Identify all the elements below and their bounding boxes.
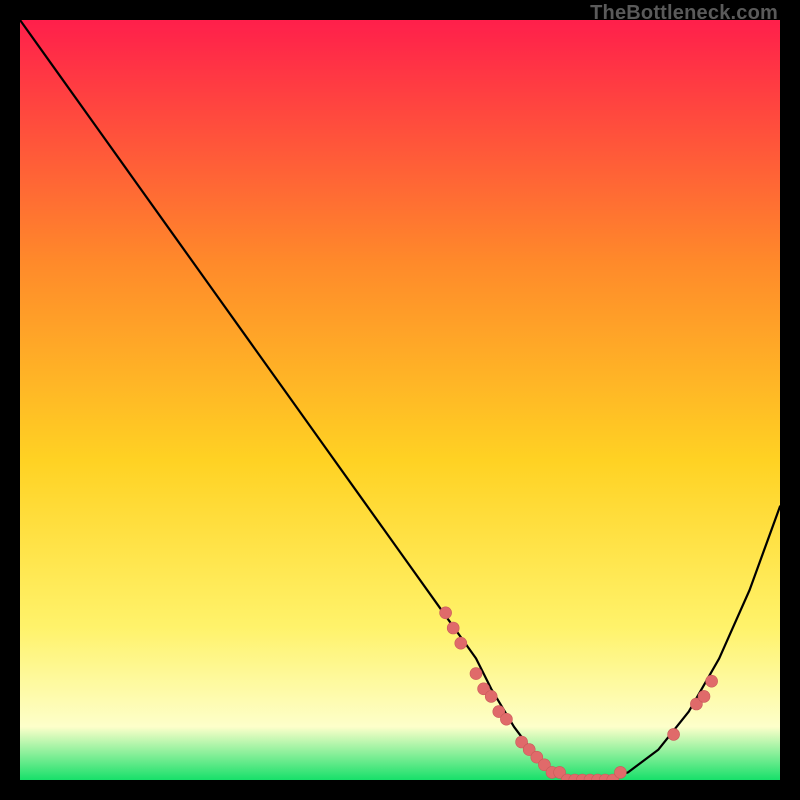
- bottleneck-chart: [20, 20, 780, 780]
- data-marker: [500, 713, 512, 725]
- data-marker: [668, 728, 680, 740]
- data-marker: [485, 690, 497, 702]
- data-marker: [706, 675, 718, 687]
- data-marker: [470, 668, 482, 680]
- chart-container: [20, 20, 780, 780]
- data-marker: [614, 766, 626, 778]
- data-marker: [447, 622, 459, 634]
- data-marker: [698, 690, 710, 702]
- data-marker: [455, 637, 467, 649]
- gradient-background: [20, 20, 780, 780]
- data-marker: [440, 607, 452, 619]
